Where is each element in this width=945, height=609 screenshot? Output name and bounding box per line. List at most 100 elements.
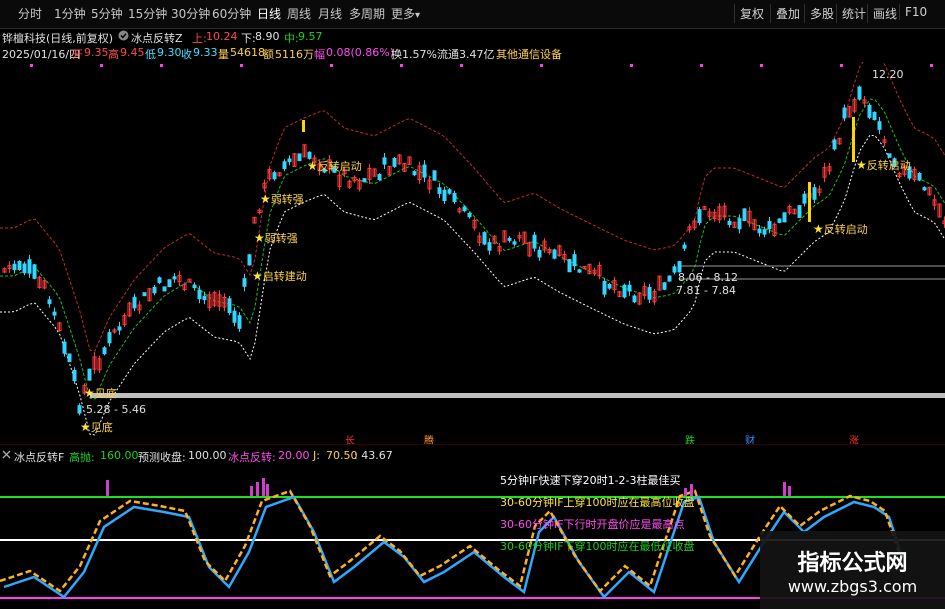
signal-dot [240,64,243,67]
candle-body [632,295,637,303]
signal-dot [760,64,763,67]
mid-band-value: 9.57 [298,30,323,43]
signal-bottom-1: ★见底 [84,385,117,401]
candle-body [102,347,107,355]
period-tab-60min[interactable]: 60分钟 [212,5,251,22]
signal-bottom-2: ★见底 [80,419,113,435]
stats-button[interactable]: 统计 [836,4,871,23]
candle-body [297,153,302,162]
period-tab-multi[interactable]: 多周期 [349,5,385,22]
star-icon: ★ [84,386,95,400]
period-tab-weekly[interactable]: 周线 [287,5,311,22]
candle-body [507,237,512,241]
watermark-url: www.zbgs3.com [787,577,918,596]
volume-value: 54618 [230,46,265,59]
signal-dot [460,64,463,67]
histogram-bar [106,480,109,496]
candle-body [767,221,772,230]
period-tab-fenshi[interactable]: 分时 [18,5,42,22]
candle-body [577,269,582,273]
candle-body [62,341,67,354]
candle-body [802,193,807,204]
star-icon: ★ [307,159,318,173]
candle-body [532,234,537,249]
sector-value: 其他通信设备 [496,48,562,61]
low-label: 低 [145,48,156,61]
candle-body [32,264,37,279]
candle-body [192,284,197,289]
period-tab-daily[interactable]: 日线 [257,5,281,22]
histogram-bar [256,482,259,496]
predict-close-label: 预测收盘: [138,451,186,464]
candle-body [452,193,457,202]
candle-body [242,278,247,287]
candle-body [487,242,492,251]
candle-body [567,259,572,273]
amount-label: 额 [263,48,274,61]
sub-indicator-name[interactable]: 冰点反转F [14,449,64,465]
candle-body [152,286,157,294]
high-value: 9.45 [120,46,145,59]
indicator-name[interactable]: 冰点反转Z [131,30,183,46]
signal-dot [160,64,163,67]
signal-text: 弱转强 [270,193,304,206]
candle-body [362,178,367,183]
signal-text: 反转启动 [317,160,362,173]
signal-weak-to-strong-2: ★弱转强 [254,230,298,246]
candle-body [872,111,877,121]
check-circle-icon[interactable] [118,30,129,44]
candle-body [232,310,237,323]
upper-band-line [0,62,945,352]
period-tab-more[interactable]: 更多▾ [391,5,420,22]
candle-body [877,121,882,130]
candle-body [727,220,732,226]
draw-line-button[interactable]: 画线 [867,4,902,23]
mid-band-line [0,98,945,400]
f10-button[interactable]: F10 [899,4,932,20]
adjust-button[interactable]: 复权 [734,4,769,23]
multi-stock-button[interactable]: 多股 [804,4,839,23]
histogram-bar [788,486,791,496]
candle-body [412,171,417,176]
period-tab-5min[interactable]: 5分钟 [91,5,123,22]
candle-body [162,286,167,292]
j-label: J: [313,449,320,462]
overlay-button[interactable]: 叠加 [770,4,805,23]
period-tab-15min[interactable]: 15分钟 [128,5,167,22]
high-price-marker: 12.20 [872,68,904,81]
signal-reversal-start-3: ★反转启动 [813,221,868,237]
close-icon[interactable] [2,449,11,462]
candle-body [737,218,742,230]
candle-body [647,287,652,300]
period-tab-30min[interactable]: 30分钟 [171,5,210,22]
watermark-title: 指标公式网 [797,551,908,576]
high-sell-value: 160.00 [100,449,139,462]
candle-body [157,277,162,284]
candle-body [762,229,767,235]
candle-body [462,206,467,212]
star-icon: ★ [252,269,263,283]
candle-body [132,296,137,309]
candle-body [832,139,837,150]
star-icon: ★ [80,420,91,434]
candle-body [512,241,517,245]
signal-text: 见底 [90,421,113,434]
candle-body [237,315,242,329]
open-label: 开 [72,48,83,61]
star-icon: ★ [813,222,824,236]
signal-dot [700,64,703,67]
support-bar [90,393,945,398]
range-label-1: 5.28 - 5.46 [86,403,146,416]
period-tab-monthly[interactable]: 月线 [318,5,342,22]
candlestick-chart[interactable] [0,62,945,444]
signal-reversal-start-2: ★反转启动 [856,157,911,173]
signal-weak-to-strong-1: ★弱转强 [260,191,304,207]
signal-dot [840,64,843,67]
candle-body [422,164,427,178]
period-tab-1min[interactable]: 1分钟 [54,5,86,22]
candle-body [797,205,802,219]
candle-body [52,311,57,316]
quote-date: 2025/01/16/四 [2,48,81,61]
candle-body [742,208,747,221]
candle-body [442,189,447,202]
